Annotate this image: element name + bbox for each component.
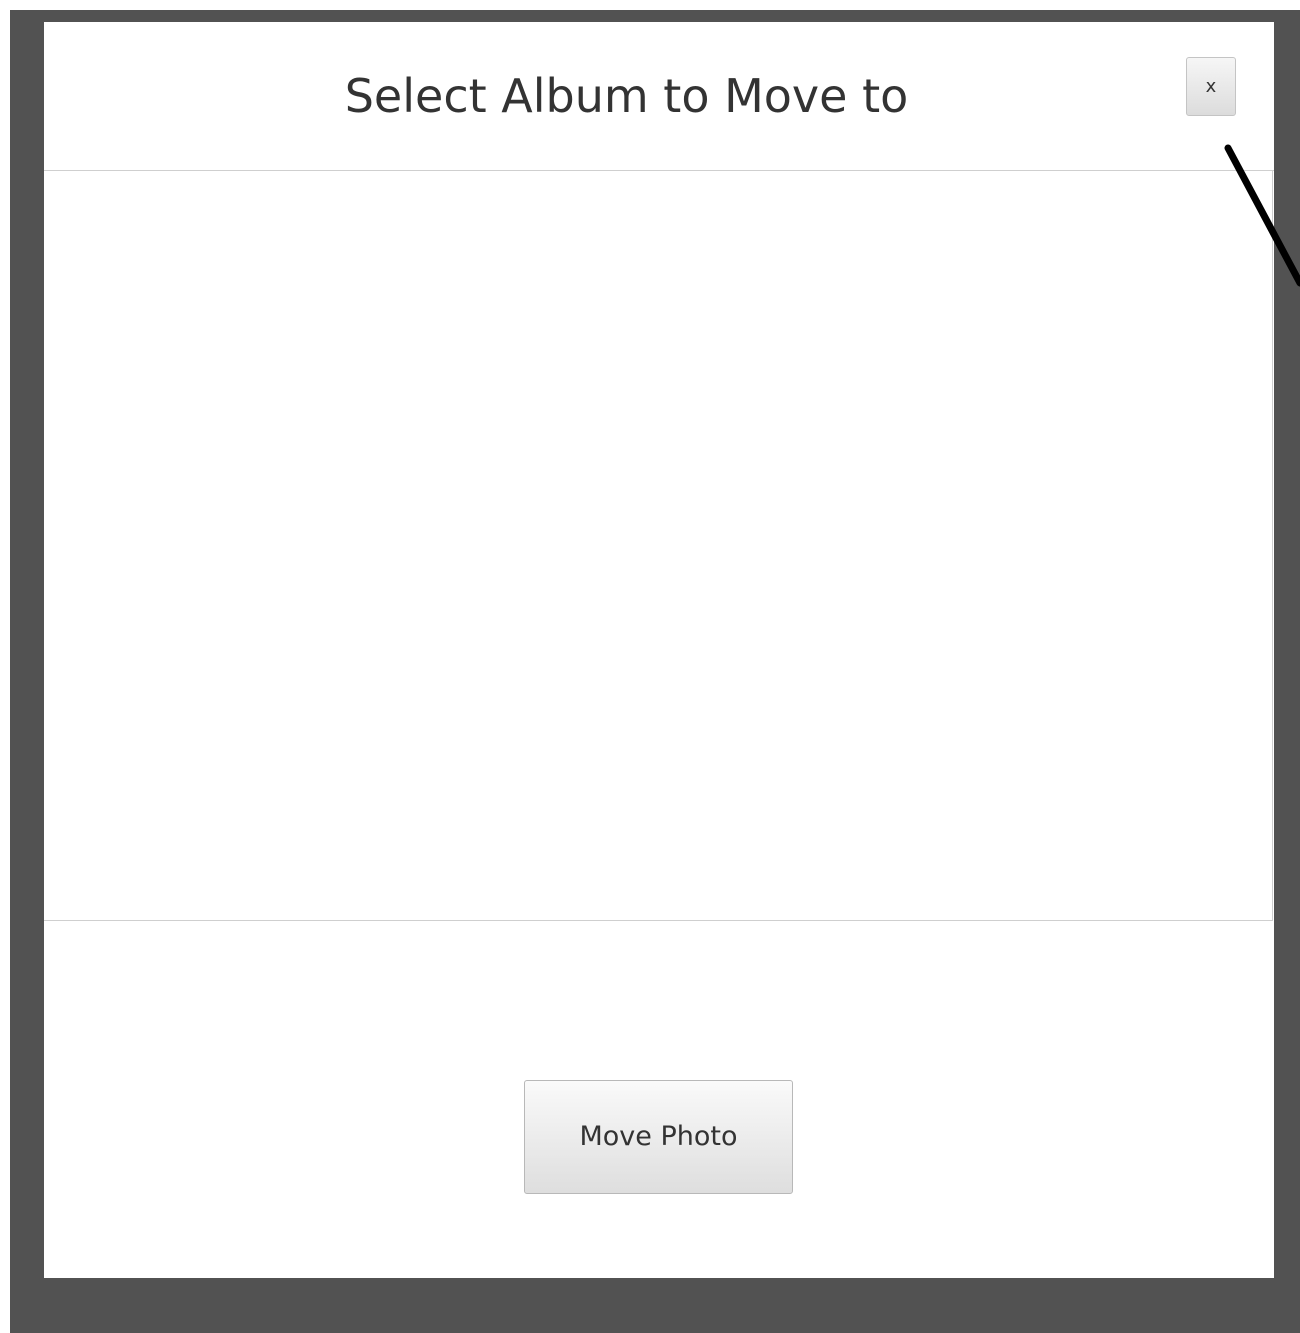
close-button[interactable]: x	[1186, 57, 1236, 116]
dialog-header: Select Album to Move to x	[44, 22, 1274, 171]
move-photo-button[interactable]: Move Photo	[524, 1080, 793, 1194]
dialog-footer: Move Photo	[44, 921, 1274, 1278]
dialog-title: Select Album to Move to	[344, 69, 909, 123]
move-photo-dialog: Select Album to Move to x Move Photo	[44, 22, 1274, 1278]
album-list-area[interactable]	[44, 171, 1273, 921]
